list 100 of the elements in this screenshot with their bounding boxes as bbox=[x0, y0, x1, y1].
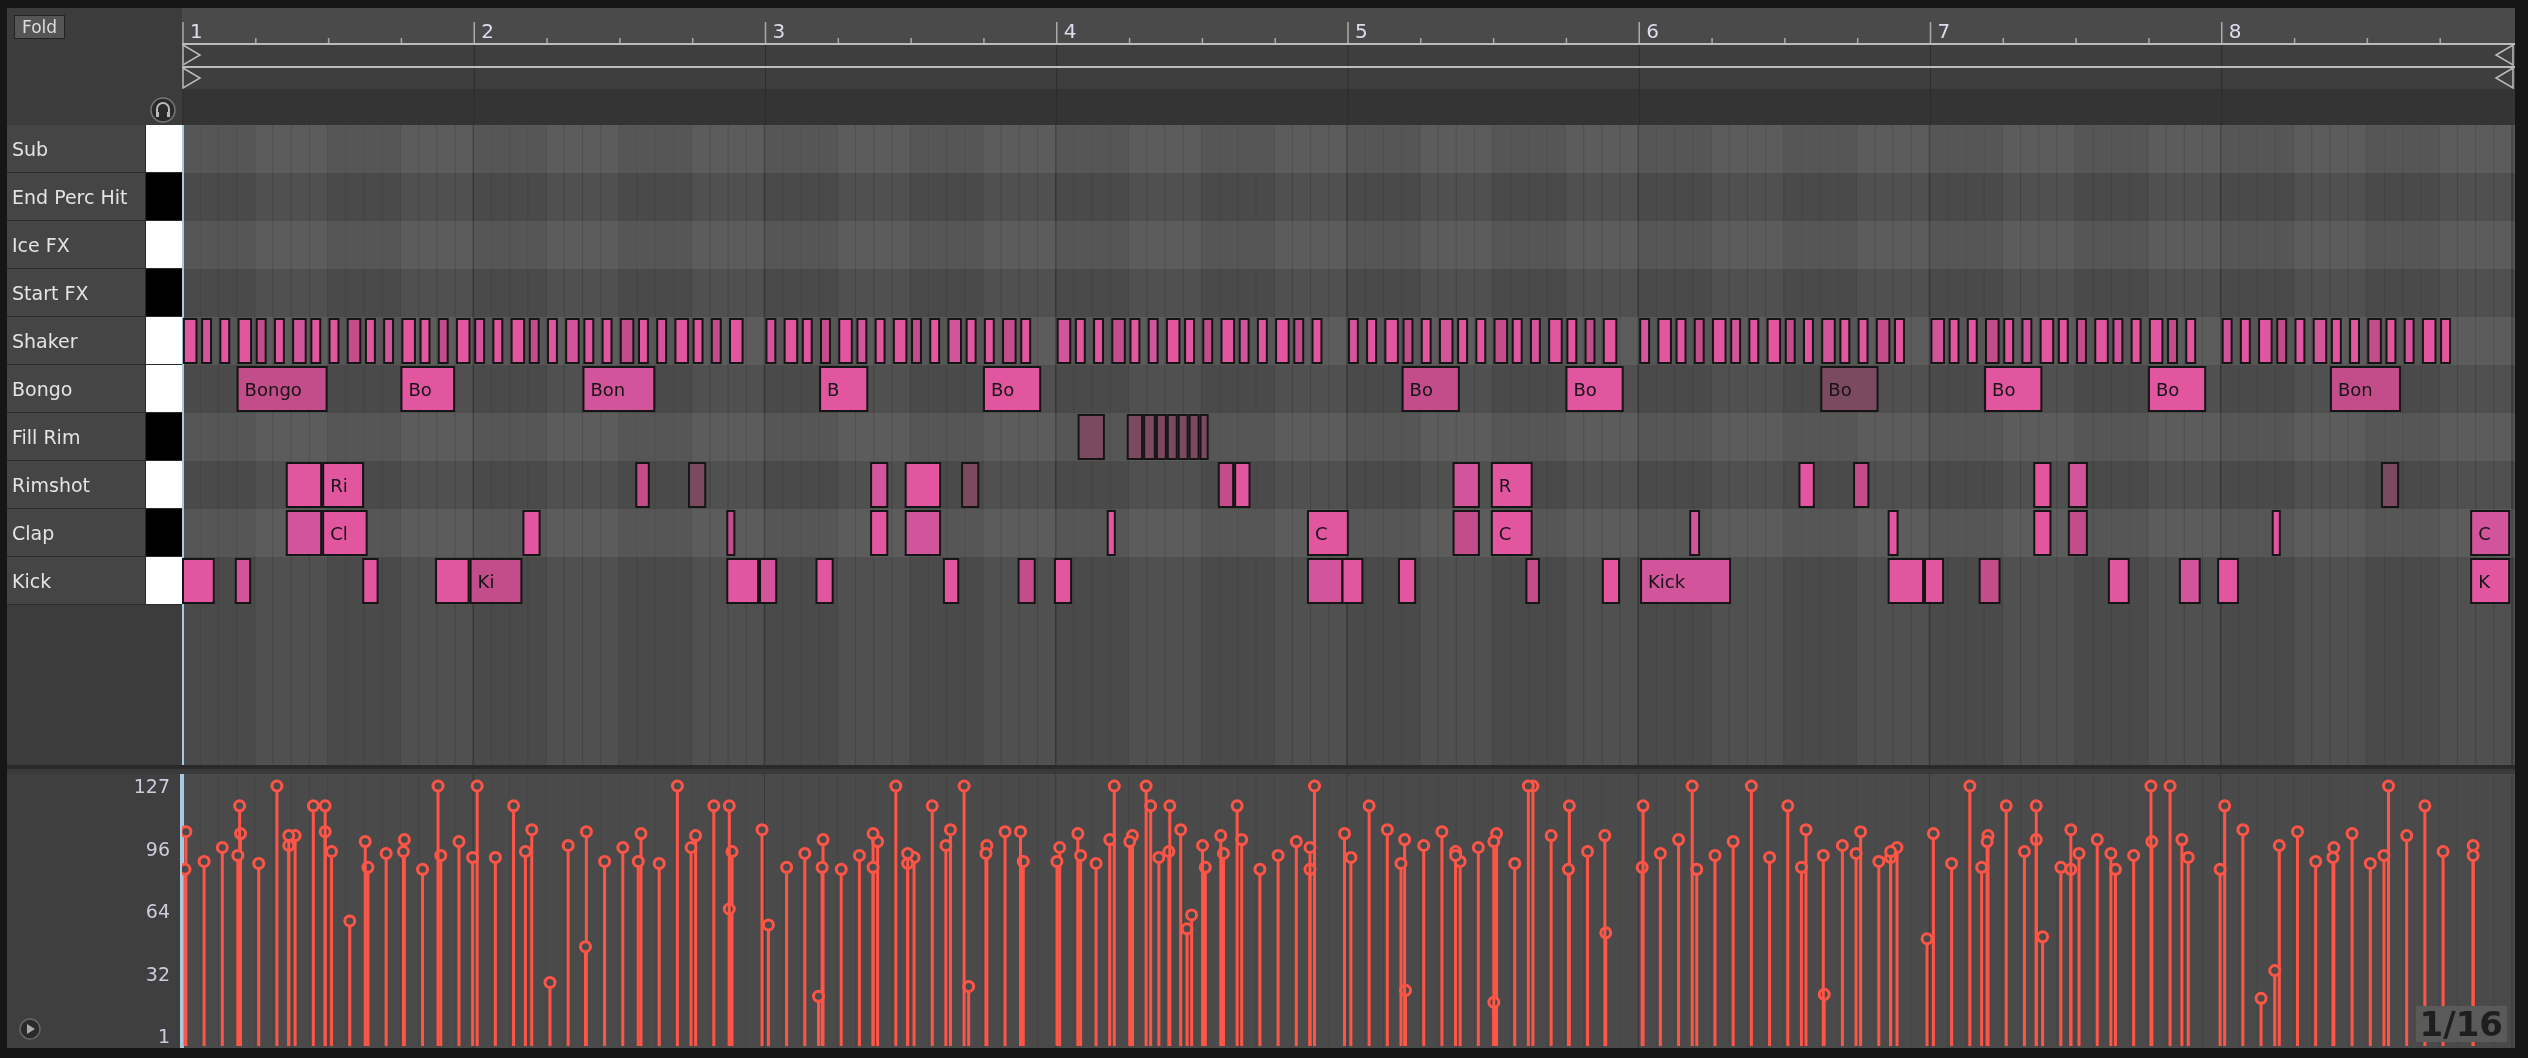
midi-note[interactable] bbox=[234, 558, 252, 604]
midi-note[interactable] bbox=[1548, 318, 1563, 364]
midi-note[interactable] bbox=[1438, 318, 1454, 364]
midi-note[interactable] bbox=[1220, 318, 1236, 364]
midi-note[interactable] bbox=[815, 558, 834, 604]
midi-note[interactable] bbox=[726, 510, 736, 556]
midi-note[interactable] bbox=[1217, 462, 1235, 508]
midi-note[interactable] bbox=[1184, 318, 1195, 364]
fold-button[interactable]: Fold bbox=[14, 15, 66, 39]
midi-note[interactable] bbox=[328, 318, 340, 364]
midi-note[interactable] bbox=[759, 558, 778, 604]
midi-note[interactable] bbox=[2130, 318, 2142, 364]
midi-note[interactable] bbox=[1341, 558, 1364, 604]
midi-note[interactable] bbox=[638, 318, 649, 364]
midi-note[interactable] bbox=[2312, 318, 2328, 364]
midi-note[interactable] bbox=[1256, 318, 1268, 364]
midi-note[interactable] bbox=[1948, 318, 1960, 364]
midi-note[interactable] bbox=[2185, 318, 2197, 364]
midi-note[interactable] bbox=[1106, 510, 1116, 556]
drum-pad-name[interactable]: End Perc Hit bbox=[7, 173, 146, 220]
midi-note[interactable] bbox=[1511, 318, 1523, 364]
midi-note[interactable] bbox=[1202, 318, 1214, 364]
midi-note[interactable]: Cl bbox=[322, 510, 368, 556]
midi-note[interactable] bbox=[856, 318, 868, 364]
midi-note[interactable] bbox=[2385, 318, 2397, 364]
midi-note[interactable] bbox=[1853, 462, 1870, 508]
midi-note[interactable]: C bbox=[1490, 510, 1533, 556]
drum-pad-name[interactable]: Sub bbox=[7, 125, 146, 172]
midi-note[interactable]: B bbox=[819, 366, 869, 412]
midi-note[interactable] bbox=[364, 318, 376, 364]
midi-note[interactable] bbox=[674, 318, 689, 364]
midi-note[interactable] bbox=[947, 318, 962, 364]
midi-note[interactable] bbox=[1748, 318, 1760, 364]
drum-pad-name[interactable]: Start FX bbox=[7, 269, 146, 316]
midi-note[interactable] bbox=[2271, 510, 2281, 556]
midi-note[interactable]: Bongo bbox=[236, 366, 328, 412]
midi-note[interactable]: C bbox=[1306, 510, 1349, 556]
midi-note[interactable] bbox=[1020, 318, 1032, 364]
midi-note[interactable] bbox=[635, 462, 650, 508]
midi-note[interactable] bbox=[237, 318, 253, 364]
midi-note[interactable] bbox=[285, 462, 323, 508]
midi-note[interactable] bbox=[492, 318, 504, 364]
midi-note[interactable] bbox=[2239, 318, 2251, 364]
midi-note[interactable] bbox=[874, 318, 886, 364]
midi-note[interactable] bbox=[1711, 318, 1727, 364]
midi-note[interactable] bbox=[528, 318, 540, 364]
headphones-icon[interactable] bbox=[150, 97, 176, 123]
midi-note[interactable] bbox=[1475, 318, 1487, 364]
midi-note[interactable]: Bo bbox=[982, 366, 1042, 412]
midi-note[interactable] bbox=[1887, 558, 1925, 604]
midi-note[interactable] bbox=[1821, 318, 1836, 364]
midi-note[interactable] bbox=[1839, 318, 1851, 364]
midi-note[interactable] bbox=[2033, 510, 2052, 556]
midi-note[interactable] bbox=[435, 558, 470, 604]
midi-note[interactable] bbox=[801, 318, 813, 364]
midi-note[interactable] bbox=[1053, 558, 1073, 604]
midi-note[interactable] bbox=[583, 318, 595, 364]
midi-note[interactable] bbox=[455, 318, 471, 364]
midi-note[interactable] bbox=[870, 462, 889, 508]
midi-note[interactable]: Bon bbox=[2329, 366, 2401, 412]
midi-note[interactable] bbox=[904, 462, 942, 508]
midi-note[interactable] bbox=[656, 318, 668, 364]
midi-note[interactable]: Kick bbox=[1640, 558, 1732, 604]
midi-note[interactable] bbox=[1017, 558, 1036, 604]
midi-note[interactable] bbox=[965, 318, 977, 364]
midi-note[interactable] bbox=[219, 318, 231, 364]
midi-note[interactable] bbox=[911, 318, 922, 364]
midi-note[interactable] bbox=[1924, 558, 1945, 604]
midi-note[interactable] bbox=[2021, 318, 2033, 364]
midi-note[interactable] bbox=[2057, 318, 2069, 364]
midi-note[interactable] bbox=[904, 510, 942, 556]
midi-note[interactable] bbox=[2148, 318, 2164, 364]
midi-note[interactable] bbox=[2039, 318, 2055, 364]
midi-note[interactable] bbox=[1675, 318, 1687, 364]
midi-note[interactable] bbox=[2067, 462, 2088, 508]
midi-note[interactable] bbox=[2217, 558, 2239, 604]
midi-note[interactable] bbox=[201, 318, 213, 364]
midi-note[interactable] bbox=[892, 318, 908, 364]
midi-note[interactable] bbox=[522, 510, 541, 556]
midi-note[interactable] bbox=[820, 318, 831, 364]
midi-note[interactable] bbox=[729, 318, 744, 364]
midi-note[interactable] bbox=[1165, 318, 1181, 364]
midi-note[interactable]: Ri bbox=[322, 462, 365, 508]
midi-note[interactable] bbox=[1566, 318, 1578, 364]
midi-note[interactable] bbox=[1093, 318, 1104, 364]
midi-note[interactable] bbox=[1311, 318, 1323, 364]
midi-note[interactable]: K bbox=[2470, 558, 2511, 604]
midi-note[interactable]: Bo bbox=[400, 366, 456, 412]
midi-note[interactable] bbox=[419, 318, 431, 364]
midi-note[interactable] bbox=[2221, 318, 2233, 364]
midi-note[interactable] bbox=[182, 318, 198, 364]
midi-note[interactable] bbox=[1887, 510, 1899, 556]
midi-note[interactable] bbox=[601, 318, 613, 364]
midi-note[interactable] bbox=[510, 318, 526, 364]
loop-end-marker-icon[interactable] bbox=[2494, 66, 2514, 90]
midi-note[interactable] bbox=[1111, 318, 1126, 364]
midi-note[interactable] bbox=[273, 318, 285, 364]
midi-note[interactable] bbox=[1601, 558, 1621, 604]
midi-note[interactable] bbox=[2076, 318, 2087, 364]
midi-note[interactable] bbox=[1894, 318, 1905, 364]
